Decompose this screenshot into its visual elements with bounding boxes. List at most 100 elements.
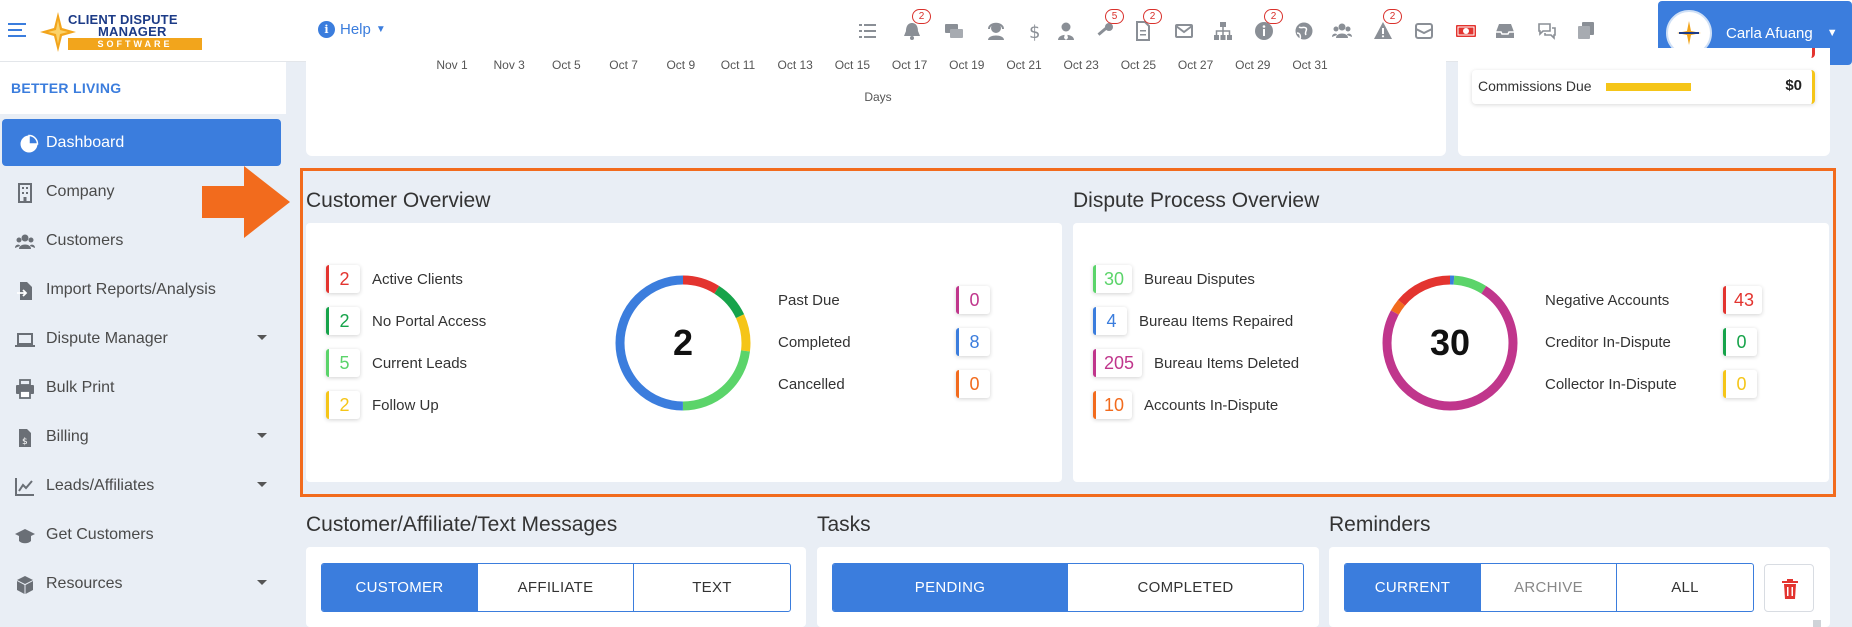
x-tick-label: Oct 19 bbox=[949, 58, 985, 72]
hamburger-menu-icon[interactable] bbox=[8, 22, 28, 38]
commissions-due-value: $0 bbox=[1785, 77, 1802, 94]
tasks-tabs: PENDING COMPLETED bbox=[832, 563, 1304, 612]
x-axis-label: Days bbox=[864, 90, 892, 104]
tab-pending[interactable]: PENDING bbox=[833, 564, 1068, 611]
info-icon bbox=[1255, 22, 1273, 40]
x-tick-label: Oct 17 bbox=[891, 58, 928, 72]
stat-label: Cancelled bbox=[778, 375, 845, 393]
stat-label: Past Due bbox=[778, 291, 840, 309]
sidebar-item-label: Get Customers bbox=[46, 526, 154, 543]
stat-row[interactable]: 2 Active Clients bbox=[326, 265, 463, 293]
inbox-button[interactable] bbox=[1492, 18, 1518, 44]
messages-button[interactable] bbox=[941, 18, 967, 44]
x-tick-label: Oct 7 bbox=[609, 58, 638, 72]
user-tie-button[interactable] bbox=[1053, 18, 1079, 44]
money-bill-button[interactable] bbox=[1453, 18, 1479, 44]
stat-row[interactable]: 4 Bureau Items Repaired bbox=[1093, 307, 1293, 335]
sidebar-item-label: Customers bbox=[46, 232, 124, 249]
copy-icon bbox=[1578, 22, 1594, 39]
sidebar-item-get-customers[interactable]: Get Customers bbox=[0, 511, 290, 560]
sidebar-item-dispute-manager[interactable]: Dispute Manager bbox=[0, 315, 290, 364]
sitemap-button[interactable] bbox=[1210, 18, 1236, 44]
globe-icon bbox=[1295, 22, 1313, 40]
stat-row[interactable]: Completed 8 bbox=[778, 328, 990, 356]
sidebar-item-resources[interactable]: Resources bbox=[0, 560, 290, 609]
notification-badge: 5 bbox=[1105, 9, 1124, 24]
tab-customer[interactable]: CUSTOMER bbox=[322, 564, 478, 611]
customer-overview-card: 2 Active Clients 2 No Portal Access 5 Current… bbox=[306, 223, 1062, 482]
invoice-icon: $ bbox=[19, 429, 31, 447]
donut-center-value: 2 bbox=[672, 322, 694, 363]
stat-row[interactable]: 5 Current Leads bbox=[326, 349, 467, 377]
stat-row[interactable]: 10 Accounts In-Dispute bbox=[1093, 391, 1278, 419]
info-button[interactable]: 2 bbox=[1251, 9, 1283, 44]
globe-button[interactable] bbox=[1291, 18, 1317, 44]
stat-value: 2 bbox=[326, 307, 360, 335]
dollar-button[interactable]: $ bbox=[1021, 18, 1047, 44]
comments-icon bbox=[1538, 23, 1556, 40]
tab-current[interactable]: CURRENT bbox=[1345, 564, 1481, 611]
scrollbar[interactable] bbox=[1813, 620, 1821, 627]
tab-archive[interactable]: ARCHIVE bbox=[1481, 564, 1617, 611]
tasks-button[interactable] bbox=[855, 18, 881, 44]
users-button[interactable] bbox=[1329, 18, 1355, 44]
tab-affiliate[interactable]: AFFILIATE bbox=[478, 564, 634, 611]
sidebar-item-leads-affiliates[interactable]: Leads/Affiliates bbox=[0, 462, 290, 511]
stat-row[interactable]: 30 Bureau Disputes bbox=[1093, 265, 1255, 293]
box-icon bbox=[17, 576, 33, 594]
tab-completed[interactable]: COMPLETED bbox=[1068, 564, 1303, 611]
copy-button[interactable] bbox=[1573, 18, 1599, 44]
commissions-bar bbox=[1606, 83, 1691, 91]
stat-value: 0 bbox=[1723, 328, 1757, 356]
stat-label: Current Leads bbox=[372, 354, 468, 372]
mail-bulk-icon bbox=[1415, 23, 1433, 39]
notification-badge: 2 bbox=[1383, 9, 1402, 24]
stat-value: 30 bbox=[1093, 265, 1133, 293]
bell-button[interactable]: 2 bbox=[899, 9, 931, 44]
key-button[interactable]: 5 bbox=[1092, 9, 1124, 44]
sidebar-item-dashboard[interactable]: Dashboard bbox=[2, 119, 281, 166]
stat-row[interactable]: Negative Accounts 43 bbox=[1545, 286, 1763, 314]
sidebar-item-import-reports-analysis[interactable]: Import Reports/Analysis bbox=[0, 266, 290, 315]
stat-row[interactable]: 2 No Portal Access bbox=[326, 307, 486, 335]
customer-overview-title: Customer Overview bbox=[306, 189, 491, 212]
stat-label: Follow Up bbox=[372, 396, 439, 414]
comments-button[interactable] bbox=[1534, 18, 1560, 44]
laptop-icon bbox=[15, 333, 35, 347]
sidebar-item-bulk-print[interactable]: Bulk Print bbox=[0, 364, 290, 413]
help-menu[interactable]: i Help ▼ bbox=[318, 21, 386, 38]
tab-all[interactable]: ALL bbox=[1617, 564, 1753, 611]
sidebar-item-label: Import Reports/Analysis bbox=[46, 281, 216, 298]
warning-button[interactable]: 2 bbox=[1370, 9, 1402, 44]
support-agent-button[interactable] bbox=[983, 18, 1009, 44]
dispute-overview-card: 30 Bureau Disputes 4 Bureau Items Repaired 2… bbox=[1073, 223, 1829, 482]
mail-bulk-button[interactable] bbox=[1411, 18, 1437, 44]
stat-row[interactable]: 2 Follow Up bbox=[326, 391, 439, 419]
caret-down-icon bbox=[257, 433, 267, 438]
x-tick-label: Oct 11 bbox=[720, 58, 756, 72]
commissions-panel: Commissions Due $0 bbox=[1458, 48, 1830, 156]
stat-row[interactable]: Creditor In-Dispute 0 bbox=[1545, 328, 1757, 356]
sidebar-item-billing[interactable]: $ Billing bbox=[0, 413, 290, 462]
stat-row[interactable]: Collector In-Dispute 0 bbox=[1545, 370, 1757, 398]
sidebar-item-label: Bulk Print bbox=[46, 379, 115, 396]
file-import-icon bbox=[17, 282, 32, 300]
users-icon bbox=[15, 234, 35, 249]
stat-row[interactable]: 205 Bureau Items Deleted bbox=[1093, 349, 1299, 377]
caret-down-icon bbox=[257, 580, 267, 585]
tab-text[interactable]: TEXT bbox=[634, 564, 790, 611]
support-agent-icon bbox=[988, 22, 1004, 40]
app-logo[interactable]: CLIENT DISPUTE MANAGER SOFTWARE bbox=[38, 10, 206, 54]
document-button[interactable]: 2 bbox=[1130, 9, 1162, 44]
warning-icon bbox=[1374, 22, 1392, 39]
stat-row[interactable]: Past Due 0 bbox=[778, 286, 990, 314]
stat-label: Creditor In-Dispute bbox=[1545, 333, 1671, 351]
panel-row-edge bbox=[1472, 48, 1815, 58]
x-tick-label: Oct 9 bbox=[666, 58, 696, 72]
notification-badge: 2 bbox=[912, 9, 931, 24]
stat-label: Bureau Items Deleted bbox=[1154, 354, 1300, 372]
envelope-button[interactable] bbox=[1171, 18, 1197, 44]
stat-row[interactable]: Cancelled 0 bbox=[778, 370, 990, 398]
commissions-due-label: Commissions Due bbox=[1478, 78, 1592, 94]
delete-button[interactable] bbox=[1764, 564, 1814, 612]
